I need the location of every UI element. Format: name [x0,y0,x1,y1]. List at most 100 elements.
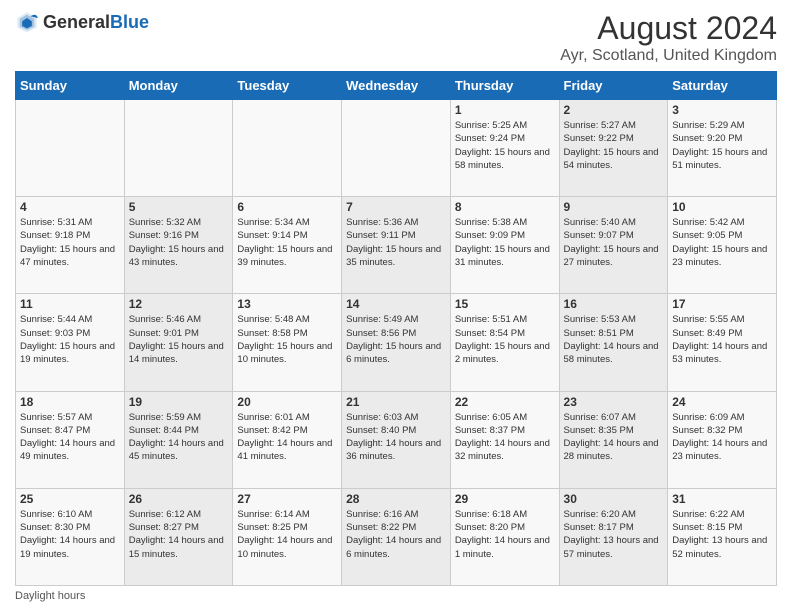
calendar-cell: 26 Sunrise: 6:12 AM Sunset: 8:27 PM Dayli… [124,488,233,585]
month-year-title: August 2024 [560,10,777,47]
day-number: 11 [20,297,120,311]
day-number: 24 [672,395,772,409]
calendar-cell: 28 Sunrise: 6:16 AM Sunset: 8:22 PM Dayli… [342,488,451,585]
day-info: Sunrise: 6:09 AM Sunset: 8:32 PM Dayligh… [672,411,772,464]
calendar-cell: 21Sunrise: 6:03 AM Sunset: 8:40 PM Dayli… [342,391,451,488]
calendar-week-row: 1 Sunrise: 5:25 AM Sunset: 9:24 PM Daylig… [16,100,777,197]
col-monday: Monday [124,72,233,100]
calendar-cell: 4Sunrise: 5:31 AM Sunset: 9:18 PM Daylig… [16,197,125,294]
calendar-cell [124,100,233,197]
day-info: Sunrise: 5:59 AM Sunset: 8:44 PM Dayligh… [129,411,229,464]
day-number: 18 [20,395,120,409]
day-number: 15 [455,297,555,311]
col-sunday: Sunday [16,72,125,100]
day-number: 7 [346,200,446,214]
calendar-cell: 17 Sunrise: 5:55 AM Sunset: 8:49 PM Dayli… [668,294,777,391]
page: GeneralBlue August 2024 Ayr, Scotland, U… [0,0,792,612]
day-number: 1 [455,103,555,117]
day-number: 13 [237,297,337,311]
day-number: 23 [564,395,664,409]
day-number: 31 [672,492,772,506]
day-info: Sunrise: 6:01 AM Sunset: 8:42 PM Dayligh… [237,411,337,464]
day-number: 16 [564,297,664,311]
day-info: Sunrise: 6:10 AM Sunset: 8:30 PM Dayligh… [20,508,120,561]
calendar-cell: 8Sunrise: 5:38 AM Sunset: 9:09 PM Daylig… [450,197,559,294]
daylight-hours-label: Daylight hours [15,590,85,602]
day-number: 3 [672,103,772,117]
day-number: 22 [455,395,555,409]
calendar-cell: 16 Sunrise: 5:53 AM Sunset: 8:51 PM Dayli… [559,294,668,391]
calendar-header-row: Sunday Monday Tuesday Wednesday Thursday… [16,72,777,100]
calendar-cell: 13 Sunrise: 5:48 AM Sunset: 8:58 PM Dayli… [233,294,342,391]
calendar-week-row: 25 Sunrise: 6:10 AM Sunset: 8:30 PM Dayli… [16,488,777,585]
day-info: Sunrise: 5:32 AM Sunset: 9:16 PM Dayligh… [129,216,229,269]
day-number: 17 [672,297,772,311]
day-info: Sunrise: 5:55 AM Sunset: 8:49 PM Dayligh… [672,313,772,366]
day-info: Sunrise: 5:48 AM Sunset: 8:58 PM Dayligh… [237,313,337,366]
day-info: Sunrise: 5:40 AM Sunset: 9:07 PM Dayligh… [564,216,664,269]
day-info: Sunrise: 5:53 AM Sunset: 8:51 PM Dayligh… [564,313,664,366]
calendar-cell: 24 Sunrise: 6:09 AM Sunset: 8:32 PM Dayli… [668,391,777,488]
calendar-cell: 6Sunrise: 5:34 AM Sunset: 9:14 PM Daylig… [233,197,342,294]
day-info: Sunrise: 6:20 AM Sunset: 8:17 PM Dayligh… [564,508,664,561]
calendar-cell: 23 Sunrise: 6:07 AM Sunset: 8:35 PM Dayli… [559,391,668,488]
calendar-cell: 27Sunrise: 6:14 AM Sunset: 8:25 PM Dayli… [233,488,342,585]
col-saturday: Saturday [668,72,777,100]
day-number: 14 [346,297,446,311]
calendar-week-row: 18 Sunrise: 5:57 AM Sunset: 8:47 PM Dayli… [16,391,777,488]
day-number: 26 [129,492,229,506]
day-info: Sunrise: 6:12 AM Sunset: 8:27 PM Dayligh… [129,508,229,561]
day-number: 19 [129,395,229,409]
title-area: August 2024 Ayr, Scotland, United Kingdo… [560,10,777,65]
calendar-cell: 29 Sunrise: 6:18 AM Sunset: 8:20 PM Dayli… [450,488,559,585]
day-number: 30 [564,492,664,506]
calendar-cell: 25 Sunrise: 6:10 AM Sunset: 8:30 PM Dayli… [16,488,125,585]
day-info: Sunrise: 6:18 AM Sunset: 8:20 PM Dayligh… [455,508,555,561]
day-info: Sunrise: 6:22 AM Sunset: 8:15 PM Dayligh… [672,508,772,561]
calendar-cell: 10Sunrise: 5:42 AM Sunset: 9:05 PM Dayli… [668,197,777,294]
col-tuesday: Tuesday [233,72,342,100]
day-number: 20 [237,395,337,409]
day-info: Sunrise: 6:14 AM Sunset: 8:25 PM Dayligh… [237,508,337,561]
calendar-cell: 31 Sunrise: 6:22 AM Sunset: 8:15 PM Dayli… [668,488,777,585]
logo-blue-text: Blue [110,12,149,32]
day-number: 5 [129,200,229,214]
day-info: Sunrise: 6:16 AM Sunset: 8:22 PM Dayligh… [346,508,446,561]
day-number: 2 [564,103,664,117]
footer: Daylight hours [15,590,777,602]
calendar-cell: 30 Sunrise: 6:20 AM Sunset: 8:17 PM Dayli… [559,488,668,585]
calendar-cell: 15 Sunrise: 5:51 AM Sunset: 8:54 PM Dayli… [450,294,559,391]
calendar-cell: 12 Sunrise: 5:46 AM Sunset: 9:01 PM Dayli… [124,294,233,391]
day-info: Sunrise: 6:03 AM Sunset: 8:40 PM Dayligh… [346,411,446,464]
day-number: 25 [20,492,120,506]
day-number: 8 [455,200,555,214]
day-info: Sunrise: 6:07 AM Sunset: 8:35 PM Dayligh… [564,411,664,464]
day-number: 12 [129,297,229,311]
calendar-cell: 11Sunrise: 5:44 AM Sunset: 9:03 PM Dayli… [16,294,125,391]
calendar-cell: 19 Sunrise: 5:59 AM Sunset: 8:44 PM Dayli… [124,391,233,488]
calendar-cell: 14Sunrise: 5:49 AM Sunset: 8:56 PM Dayli… [342,294,451,391]
calendar-cell [16,100,125,197]
day-info: Sunrise: 5:57 AM Sunset: 8:47 PM Dayligh… [20,411,120,464]
calendar-cell: 22Sunrise: 6:05 AM Sunset: 8:37 PM Dayli… [450,391,559,488]
calendar-cell: 5 Sunrise: 5:32 AM Sunset: 9:16 PM Daylig… [124,197,233,294]
day-info: Sunrise: 5:31 AM Sunset: 9:18 PM Dayligh… [20,216,120,269]
day-info: Sunrise: 5:46 AM Sunset: 9:01 PM Dayligh… [129,313,229,366]
col-thursday: Thursday [450,72,559,100]
calendar-cell: 20 Sunrise: 6:01 AM Sunset: 8:42 PM Dayli… [233,391,342,488]
calendar-cell [233,100,342,197]
day-info: Sunrise: 5:51 AM Sunset: 8:54 PM Dayligh… [455,313,555,366]
day-info: Sunrise: 5:42 AM Sunset: 9:05 PM Dayligh… [672,216,772,269]
calendar-cell: 18 Sunrise: 5:57 AM Sunset: 8:47 PM Dayli… [16,391,125,488]
location-subtitle: Ayr, Scotland, United Kingdom [560,47,777,65]
calendar-cell [342,100,451,197]
calendar-cell: 3Sunrise: 5:29 AM Sunset: 9:20 PM Daylig… [668,100,777,197]
day-number: 28 [346,492,446,506]
logo-icon [15,10,39,34]
calendar-week-row: 4Sunrise: 5:31 AM Sunset: 9:18 PM Daylig… [16,197,777,294]
day-number: 29 [455,492,555,506]
day-info: Sunrise: 5:25 AM Sunset: 9:24 PM Dayligh… [455,119,555,172]
day-number: 6 [237,200,337,214]
calendar-cell: 9Sunrise: 5:40 AM Sunset: 9:07 PM Daylig… [559,197,668,294]
calendar-week-row: 11Sunrise: 5:44 AM Sunset: 9:03 PM Dayli… [16,294,777,391]
